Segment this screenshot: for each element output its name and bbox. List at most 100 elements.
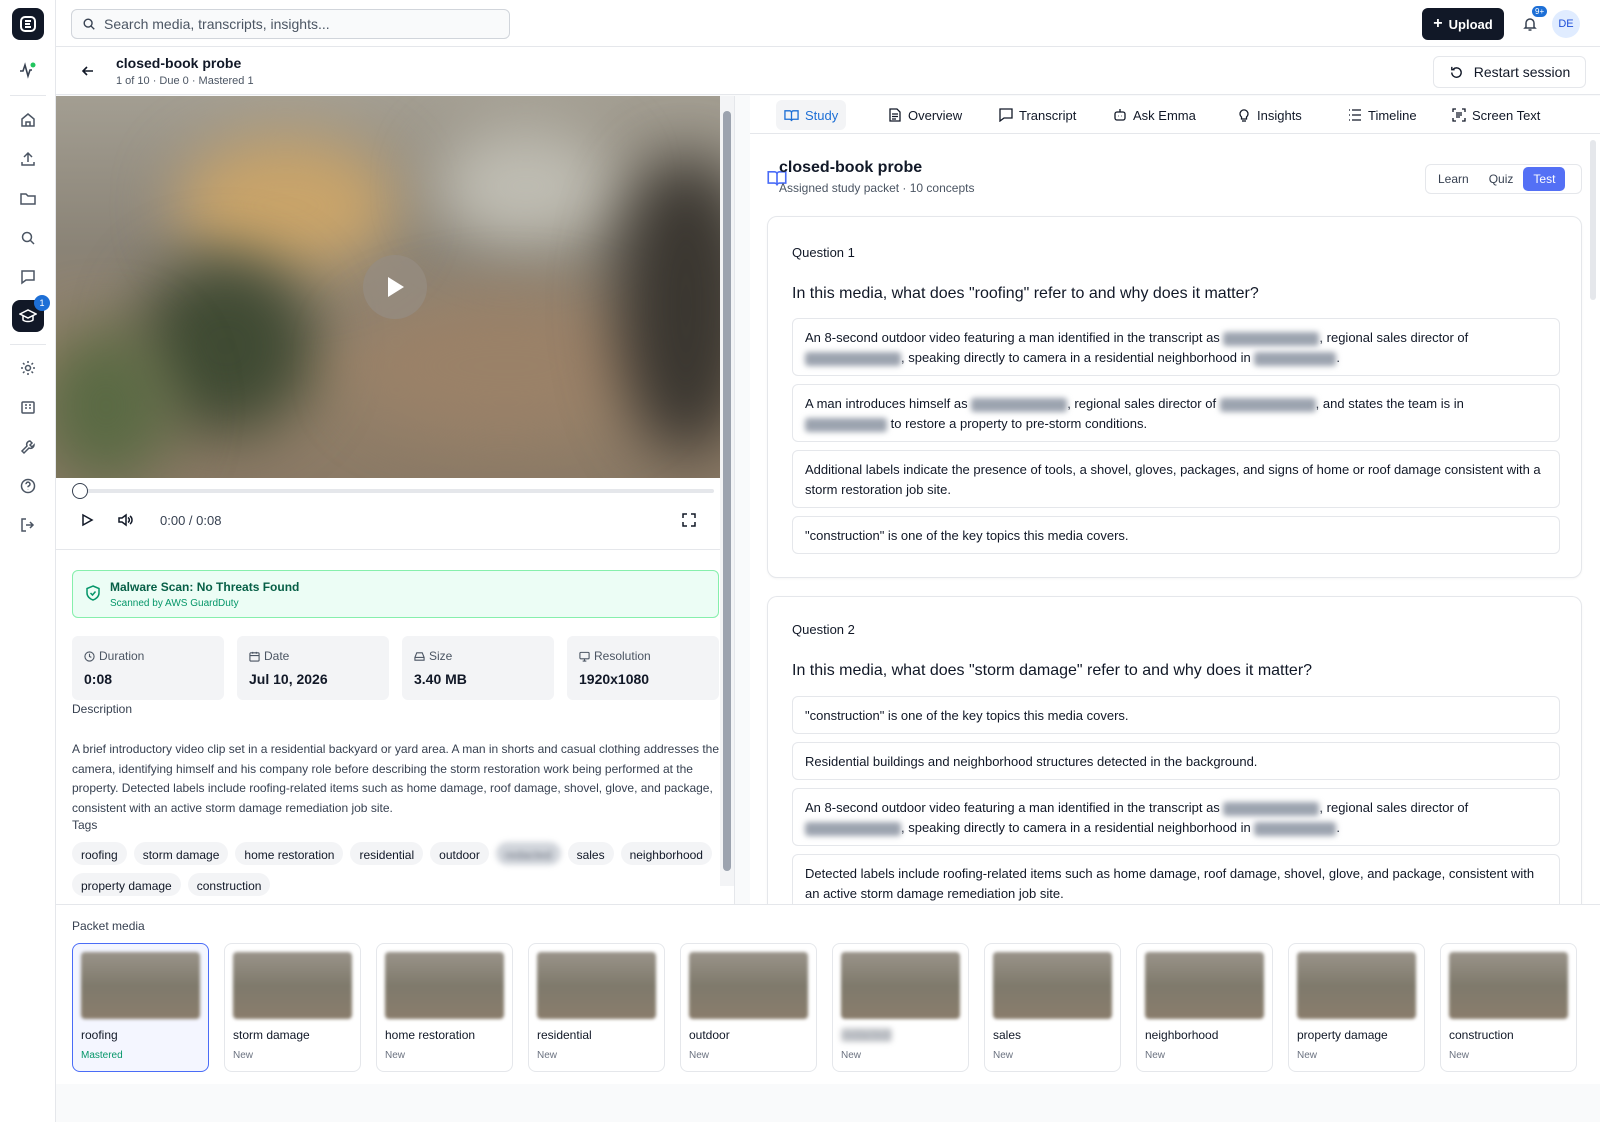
packet-item[interactable]: neighborhood New bbox=[1136, 943, 1273, 1072]
answer-option[interactable]: A man introduces himself as , regional s… bbox=[792, 384, 1560, 442]
question-number: Question 1 bbox=[792, 245, 855, 260]
play-overlay-button[interactable] bbox=[363, 255, 427, 319]
tab-study[interactable]: Study bbox=[776, 100, 847, 130]
wrench-icon[interactable] bbox=[12, 431, 44, 463]
packet-item-status: New bbox=[1145, 1050, 1166, 1061]
packet-item-status: New bbox=[233, 1050, 254, 1061]
study-icon[interactable]: 1 bbox=[12, 295, 50, 332]
tab-label: Screen Text bbox=[1472, 107, 1541, 123]
seek-bar[interactable] bbox=[72, 489, 714, 493]
meta-value: 3.40 MB bbox=[414, 671, 467, 687]
back-button[interactable] bbox=[76, 59, 100, 83]
avatar[interactable]: DE bbox=[1552, 10, 1580, 38]
answer-option[interactable]: "construction" is one of the key topics … bbox=[792, 696, 1560, 734]
mode-quiz[interactable]: Quiz bbox=[1479, 167, 1524, 191]
thumbnail bbox=[993, 952, 1112, 1019]
player-controls: 0:00 / 0:08 bbox=[56, 478, 734, 550]
answer-option[interactable]: An 8-second outdoor video featuring a ma… bbox=[792, 788, 1560, 846]
tag[interactable]: construction bbox=[187, 873, 271, 896]
packet-item[interactable]: sales New bbox=[984, 943, 1121, 1072]
packet-item[interactable]: roofing Mastered bbox=[72, 943, 209, 1072]
packet-item[interactable]: property damage New bbox=[1288, 943, 1425, 1072]
thumbnail bbox=[385, 952, 504, 1019]
tag[interactable]: residential bbox=[350, 842, 424, 865]
video-player[interactable] bbox=[56, 96, 734, 478]
shield-check-icon bbox=[86, 585, 100, 601]
mode-learn[interactable]: Learn bbox=[1428, 167, 1479, 191]
tab-label: Study bbox=[805, 107, 839, 123]
building-icon[interactable] bbox=[12, 391, 44, 423]
play-button[interactable] bbox=[75, 508, 99, 532]
notifications-button[interactable]: 9+ bbox=[1518, 6, 1548, 36]
tag[interactable]: property damage bbox=[72, 873, 181, 896]
play-icon bbox=[82, 513, 94, 527]
logout-icon[interactable] bbox=[12, 509, 44, 541]
time-display: 0:00 / 0:08 bbox=[160, 513, 222, 528]
question-card: Question 1 In this media, what does "roo… bbox=[767, 216, 1582, 578]
option-text: "construction" is one of the key topics … bbox=[805, 708, 1129, 723]
study-subtitle: Assigned study packet · 10 concepts bbox=[779, 181, 975, 195]
search-icon bbox=[83, 18, 95, 30]
answer-option[interactable]: Additional labels indicate the presence … bbox=[792, 450, 1560, 508]
packet-item[interactable]: redacted New bbox=[832, 943, 969, 1072]
mode-test[interactable]: Test bbox=[1523, 167, 1566, 191]
meta-label: Duration bbox=[99, 649, 145, 663]
settings-icon[interactable] bbox=[12, 352, 44, 384]
packet-item-name-redacted: redacted bbox=[841, 1028, 892, 1042]
packet-item[interactable]: construction New bbox=[1440, 943, 1577, 1072]
tab-transcript[interactable]: Transcript bbox=[991, 100, 1084, 130]
tag-redacted[interactable]: redacted bbox=[495, 842, 561, 865]
tag[interactable]: home restoration bbox=[235, 842, 344, 865]
tab-screen-text[interactable]: Screen Text bbox=[1444, 100, 1548, 130]
packet-item[interactable]: outdoor New bbox=[680, 943, 817, 1072]
tab-overview[interactable]: Overview bbox=[880, 100, 970, 130]
chat-icon[interactable] bbox=[12, 261, 44, 293]
tab-label: Overview bbox=[908, 107, 963, 123]
upload-icon[interactable] bbox=[12, 143, 44, 175]
answer-option[interactable]: "construction" is one of the key topics … bbox=[792, 516, 1560, 554]
tag[interactable]: storm damage bbox=[133, 842, 229, 865]
packet-item[interactable]: residential New bbox=[528, 943, 665, 1072]
tab-timeline[interactable]: Timeline bbox=[1340, 100, 1425, 130]
tab-label: Transcript bbox=[1019, 107, 1077, 123]
tab-label: Timeline bbox=[1368, 107, 1417, 123]
restart-session-button[interactable]: Restart session bbox=[1433, 56, 1586, 88]
tab-insights[interactable]: Insights bbox=[1229, 100, 1310, 130]
left-scrollbar[interactable] bbox=[720, 96, 734, 886]
hard-drive-icon bbox=[414, 651, 425, 661]
footer-space bbox=[56, 1084, 1600, 1122]
packet-item-name: neighborhood bbox=[1145, 1028, 1219, 1042]
tag[interactable]: roofing bbox=[72, 842, 127, 865]
monitor-icon bbox=[579, 651, 590, 662]
folder-icon[interactable] bbox=[12, 182, 44, 214]
packet-item[interactable]: storm damage New bbox=[224, 943, 361, 1072]
right-scrollbar[interactable] bbox=[1590, 140, 1596, 300]
meta-value: Jul 10, 2026 bbox=[249, 671, 328, 687]
fullscreen-button[interactable] bbox=[677, 508, 701, 532]
tag[interactable]: outdoor bbox=[430, 842, 489, 865]
option-text: A man introduces himself as bbox=[805, 396, 972, 411]
answer-option[interactable]: Residential buildings and neighborhood s… bbox=[792, 742, 1560, 780]
answer-option[interactable]: An 8-second outdoor video featuring a ma… bbox=[792, 318, 1560, 376]
tab-bar: Study Overview Transcript Ask Emma Insig… bbox=[750, 96, 1600, 134]
packet-item-name: storm damage bbox=[233, 1028, 310, 1042]
search-box[interactable] bbox=[71, 9, 510, 39]
help-icon[interactable] bbox=[12, 470, 44, 502]
home-icon[interactable] bbox=[12, 104, 44, 136]
tag[interactable]: sales bbox=[567, 842, 614, 865]
search-input[interactable] bbox=[104, 16, 484, 32]
app-logo[interactable] bbox=[12, 8, 44, 40]
tab-ask-emma[interactable]: Ask Emma bbox=[1105, 100, 1204, 130]
seek-handle[interactable] bbox=[72, 483, 88, 499]
tag[interactable]: neighborhood bbox=[620, 842, 712, 865]
activity-icon[interactable] bbox=[12, 54, 44, 86]
search-icon[interactable] bbox=[12, 222, 44, 254]
chat-icon bbox=[999, 108, 1013, 122]
packet-item[interactable]: home restoration New bbox=[376, 943, 513, 1072]
volume-button[interactable] bbox=[113, 508, 137, 532]
session-progress: 1 of 10 · Due 0 · Mastered 1 bbox=[116, 75, 254, 87]
question-text: In this media, what does "roofing" refer… bbox=[792, 285, 1259, 302]
packet-item-name: home restoration bbox=[385, 1028, 476, 1042]
upload-button[interactable]: + Upload bbox=[1422, 8, 1504, 40]
tags-label: Tags bbox=[72, 818, 98, 832]
